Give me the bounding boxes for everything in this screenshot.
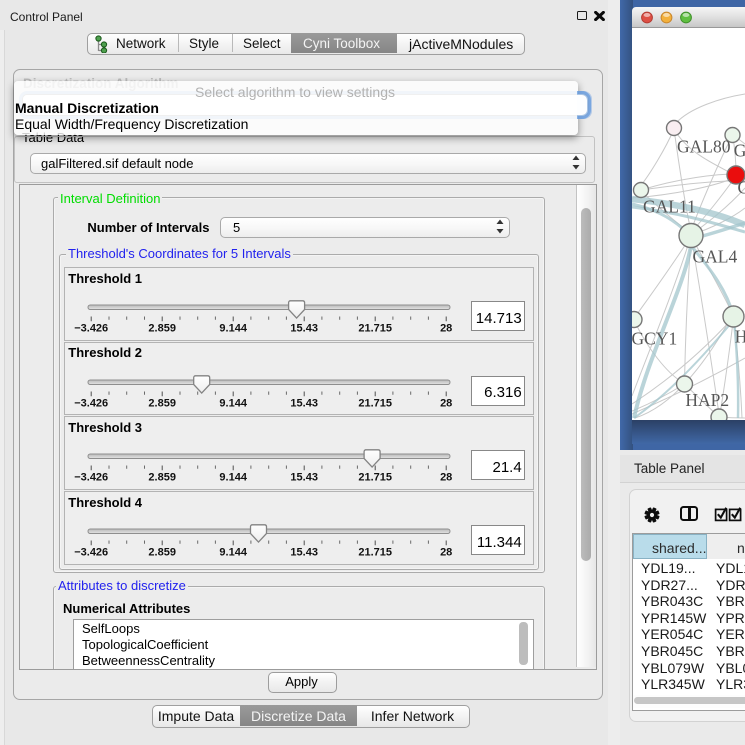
svg-text:28: 28 xyxy=(440,323,452,335)
svg-text:GAL11: GAL11 xyxy=(643,197,696,217)
svg-text:15.43: 15.43 xyxy=(290,397,318,409)
svg-text:GCY1: GCY1 xyxy=(632,329,677,349)
svg-text:21.715: 21.715 xyxy=(358,397,392,409)
svg-text:−3.426: −3.426 xyxy=(74,397,108,409)
svg-text:28: 28 xyxy=(440,397,452,409)
svg-text:15.43: 15.43 xyxy=(290,547,318,559)
svg-text:CD: CD xyxy=(738,178,745,198)
svg-text:28: 28 xyxy=(440,472,452,484)
svg-text:21.715: 21.715 xyxy=(358,472,392,484)
svg-text:21.715: 21.715 xyxy=(358,323,392,335)
svg-text:9.144: 9.144 xyxy=(219,547,247,559)
svg-text:2.859: 2.859 xyxy=(148,547,176,559)
svg-text:15.43: 15.43 xyxy=(290,472,318,484)
svg-text:9.144: 9.144 xyxy=(219,397,247,409)
svg-text:−3.426: −3.426 xyxy=(74,323,108,335)
svg-text:9.144: 9.144 xyxy=(219,323,247,335)
svg-text:GAL80: GAL80 xyxy=(677,137,731,157)
svg-text:2.859: 2.859 xyxy=(148,472,176,484)
svg-text:15.43: 15.43 xyxy=(290,323,318,335)
svg-text:28: 28 xyxy=(440,547,452,559)
svg-text:21.715: 21.715 xyxy=(358,547,392,559)
svg-text:−3.426: −3.426 xyxy=(74,472,108,484)
svg-text:GAL4: GAL4 xyxy=(734,141,745,161)
svg-text:9.144: 9.144 xyxy=(219,472,247,484)
svg-text:−3.426: −3.426 xyxy=(74,547,108,559)
svg-text:GAL4: GAL4 xyxy=(693,247,738,267)
svg-text:HAP4: HAP4 xyxy=(735,327,745,347)
svg-text:2.859: 2.859 xyxy=(148,323,176,335)
svg-text:HAP2: HAP2 xyxy=(685,390,729,410)
svg-text:2.859: 2.859 xyxy=(148,397,176,409)
